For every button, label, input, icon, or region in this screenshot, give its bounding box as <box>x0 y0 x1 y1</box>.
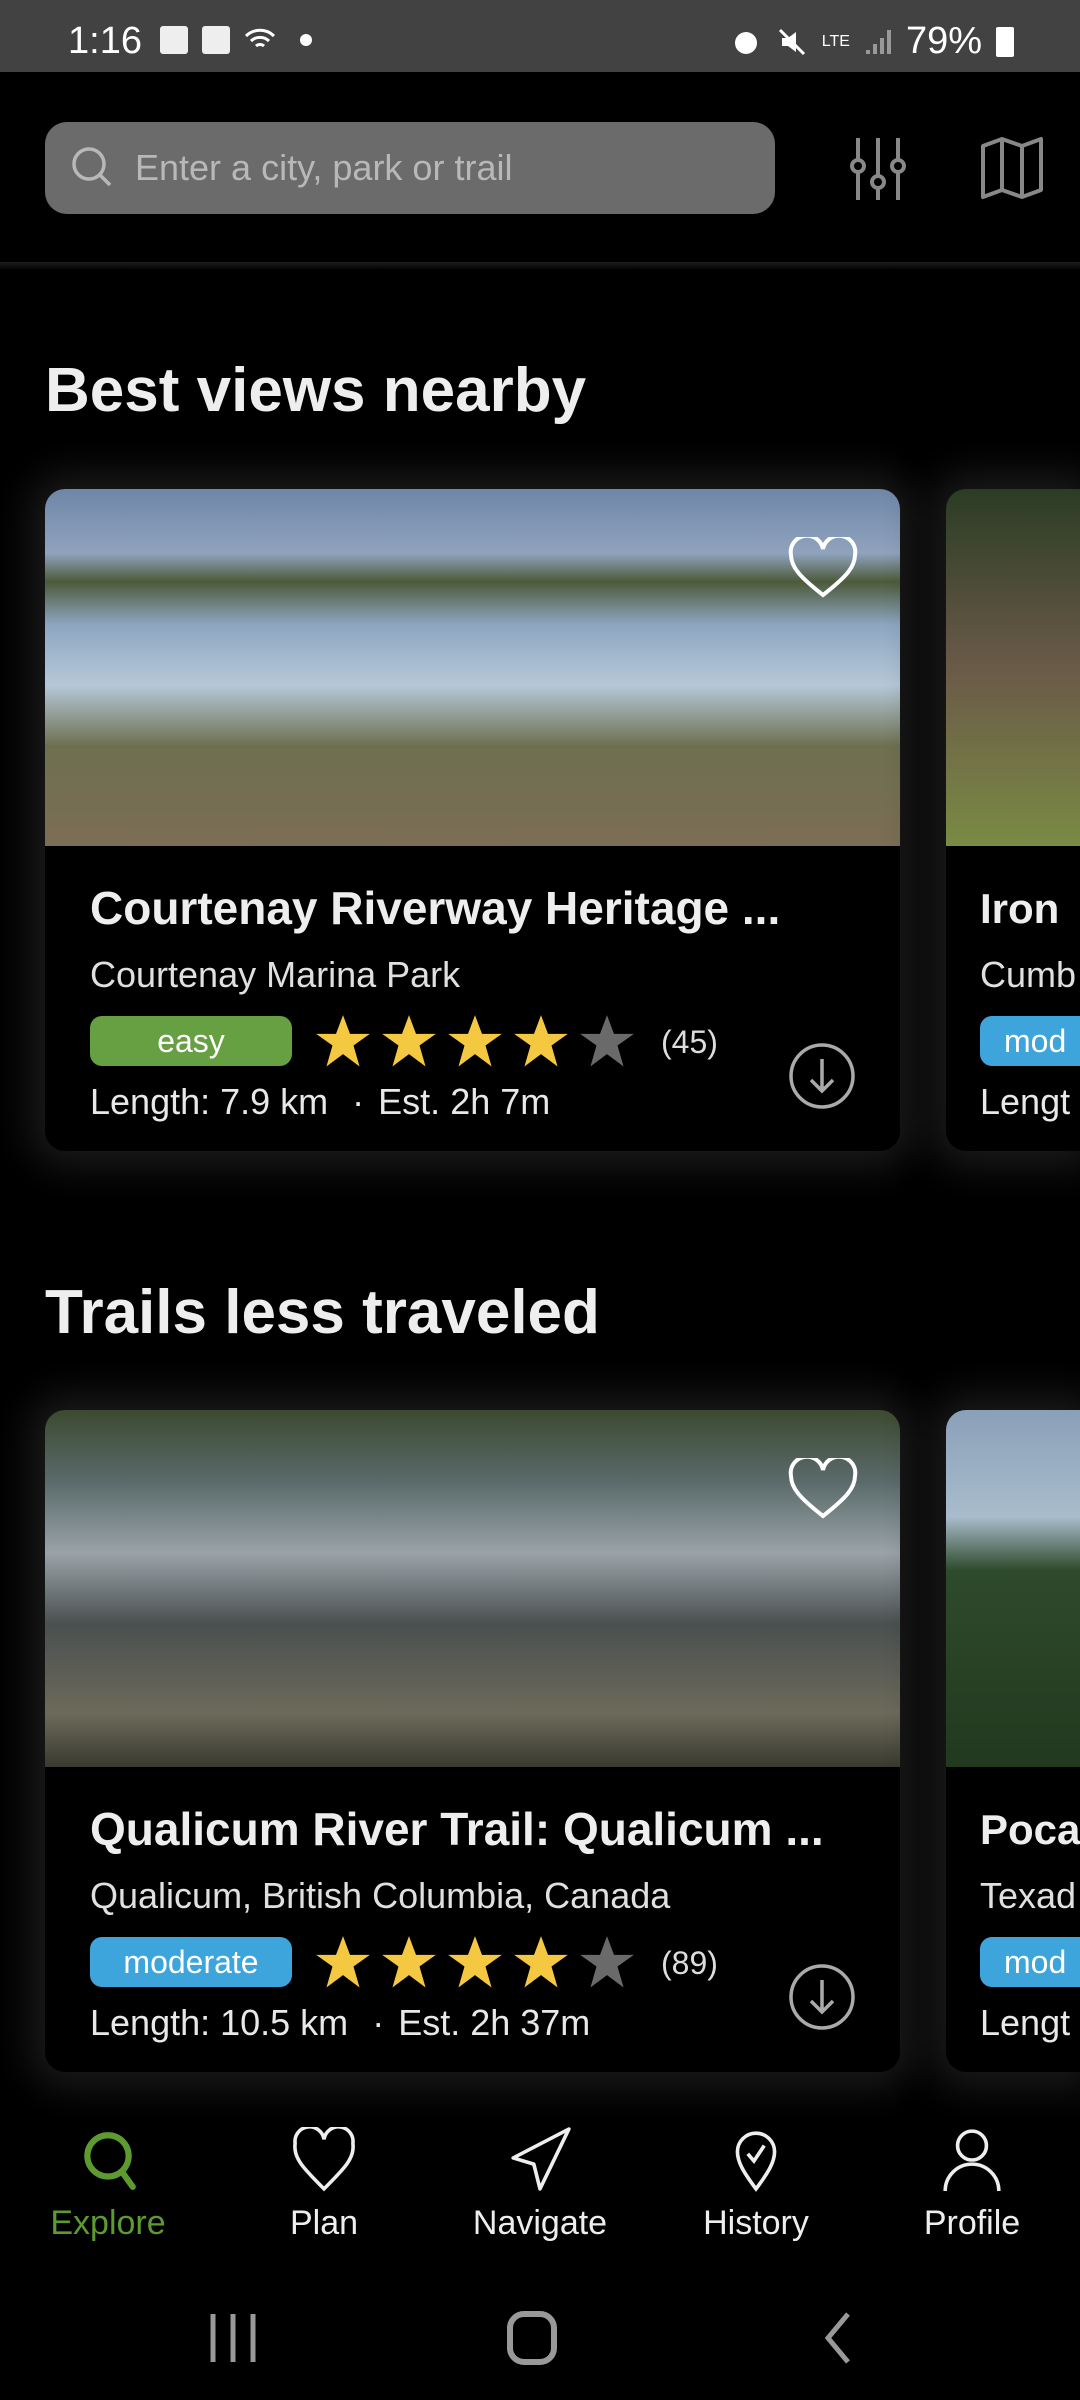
trail-card[interactable]: Iron Cumb mod Lengt <box>946 489 1080 1151</box>
star-icon <box>514 1015 568 1067</box>
mute-icon <box>778 28 805 55</box>
cibc-icon <box>202 26 230 54</box>
trail-length: Length: 10.5 km · Est. 2h 37m <box>90 2002 591 2043</box>
trail-photo <box>45 1410 900 1767</box>
difficulty-badge: mod <box>980 1016 1080 1066</box>
star-icon <box>316 1015 370 1067</box>
star-icon <box>382 1936 436 1988</box>
trail-est-time: Est. 2h 37m <box>398 2002 591 2043</box>
status-time: 1:16 <box>68 20 142 62</box>
difficulty-badge: mod <box>980 1937 1080 1987</box>
search-bar[interactable] <box>45 122 775 214</box>
wifi-icon <box>244 28 276 48</box>
download-icon[interactable] <box>787 1041 857 1111</box>
system-nav <box>0 2290 1080 2400</box>
nav-label: Plan <box>289 2204 359 2242</box>
back-icon[interactable] <box>818 2310 858 2366</box>
trail-card[interactable]: Qualicum River Trail: Qualicum ... Quali… <box>45 1410 900 2072</box>
nav-label: Explore <box>50 2204 166 2242</box>
search-input[interactable] <box>135 122 735 214</box>
recent-apps-icon[interactable] <box>205 2310 261 2366</box>
trail-est-time: Est. 2h 7m <box>378 1081 551 1122</box>
difficulty-badge: easy <box>90 1016 292 1066</box>
difficulty-badge: moderate <box>90 1937 292 1987</box>
status-bar: 1:16 LTE 79% <box>0 0 1080 72</box>
nav-navigate[interactable]: Navigate <box>432 2105 648 2275</box>
battery-percent: 79% <box>905 20 982 62</box>
trail-title: Courtenay Riverway Heritage ... <box>90 882 781 934</box>
gallery-icon <box>160 26 188 54</box>
star-icon <box>448 1936 502 1988</box>
trail-photo <box>946 1410 1080 1767</box>
review-count: (89) <box>661 1944 718 1981</box>
nav-profile[interactable]: Profile <box>864 2105 1080 2275</box>
trail-photo <box>45 489 900 846</box>
rating-stars: (89) <box>315 1936 718 1990</box>
header-divider <box>0 262 1080 270</box>
nav-explore[interactable]: Explore <box>0 2105 216 2275</box>
profile-icon <box>943 2129 1001 2191</box>
nav-label: History <box>703 2204 809 2242</box>
trail-photo <box>946 489 1080 846</box>
nav-history[interactable]: History <box>648 2105 864 2275</box>
rating-stars: (45) <box>315 1015 718 1069</box>
home-icon[interactable] <box>505 2310 565 2366</box>
trail-location: Texad <box>980 1875 1077 1916</box>
star-icon <box>514 1936 568 1988</box>
trail-card[interactable]: Poca Texad mod Lengt <box>946 1410 1080 2072</box>
heart-icon <box>293 2125 355 2192</box>
star-icon <box>448 1015 502 1067</box>
favorite-heart-icon[interactable] <box>788 1458 858 1520</box>
notification-dot <box>300 34 312 46</box>
map-icon[interactable] <box>980 136 1044 200</box>
review-count: (45) <box>661 1023 718 1060</box>
nav-label: Navigate <box>472 2204 608 2242</box>
network-type: LTE <box>821 32 850 50</box>
section-title: Trails less traveled <box>45 1278 600 1347</box>
trail-title: Iron <box>980 885 1060 932</box>
alarm-icon <box>734 31 757 54</box>
trail-title: Poca <box>980 1806 1080 1853</box>
star-icon <box>580 1936 634 1988</box>
trail-title: Qualicum River Trail: Qualicum ... <box>90 1803 824 1855</box>
battery-icon <box>996 26 1014 57</box>
star-icon <box>316 1936 370 1988</box>
search-icon <box>84 2132 136 2190</box>
star-icon <box>580 1015 634 1067</box>
bottom-nav: Explore Plan Navigate History Profile <box>0 2105 1080 2275</box>
history-check-icon <box>735 2131 777 2192</box>
nav-plan[interactable]: Plan <box>216 2105 432 2275</box>
trail-length: Length: 7.9 km · Est. 2h 7m <box>90 1081 551 1122</box>
trail-length: Lengt <box>980 2002 1071 2043</box>
search-icon <box>72 147 112 187</box>
trail-card[interactable]: Courtenay Riverway Heritage ... Courtena… <box>45 489 900 1151</box>
section-title: Best views nearby <box>45 356 587 425</box>
nav-label: Profile <box>923 2204 1021 2242</box>
signal-icon <box>865 29 891 54</box>
trail-location: Courtenay Marina Park <box>90 954 461 995</box>
trail-location: Qualicum, British Columbia, Canada <box>90 1875 671 1916</box>
star-icon <box>382 1015 436 1067</box>
download-icon[interactable] <box>787 1962 857 2032</box>
sliders-icon[interactable] <box>848 136 908 200</box>
trail-length: Lengt <box>980 1081 1071 1122</box>
navigate-icon <box>511 2127 571 2191</box>
trail-location: Cumb <box>980 954 1077 995</box>
favorite-heart-icon[interactable] <box>788 537 858 599</box>
